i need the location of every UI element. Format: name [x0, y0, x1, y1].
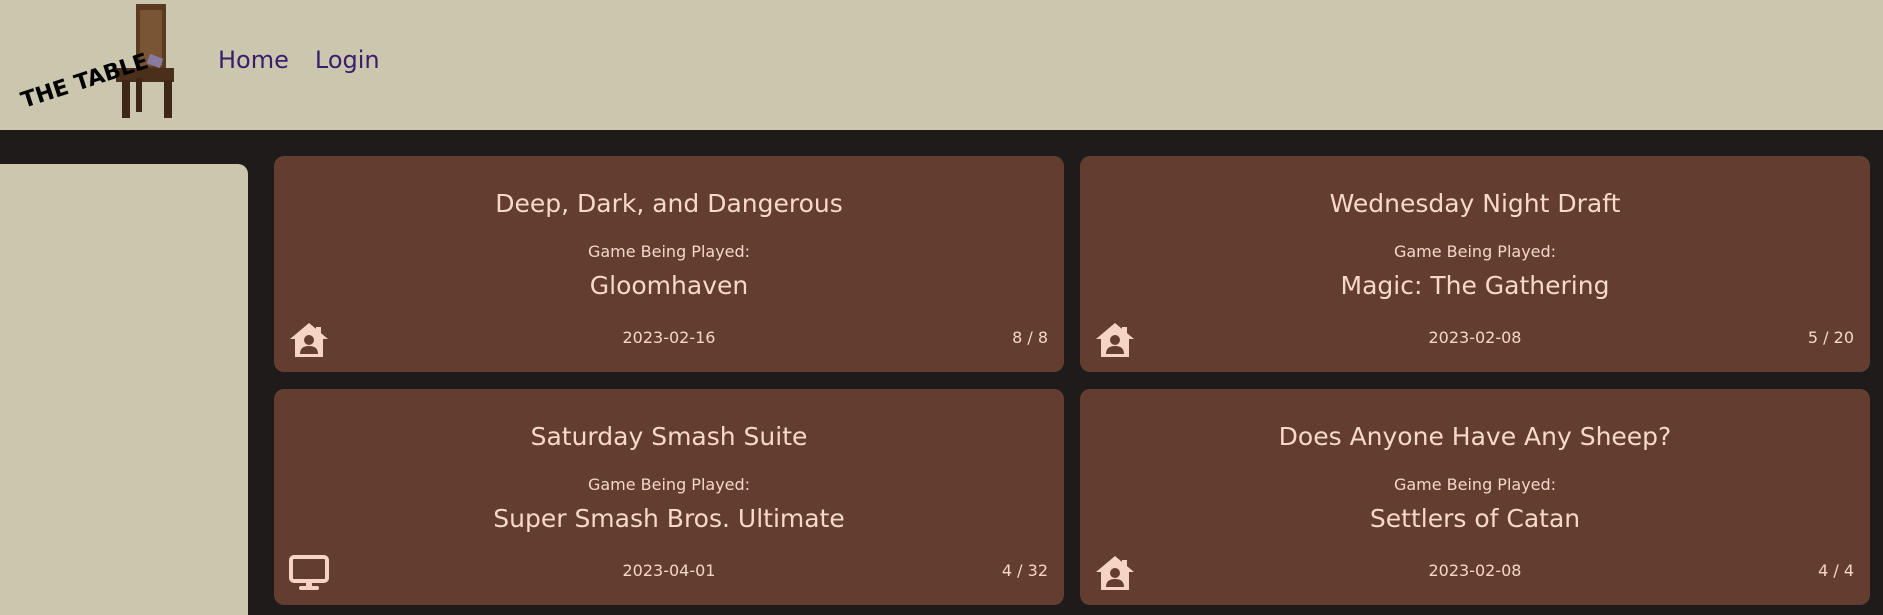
game-label: Game Being Played: [1393, 475, 1557, 494]
event-title: Deep, Dark, and Dangerous [495, 189, 843, 218]
event-title: Wednesday Night Draft [1329, 189, 1621, 218]
event-title: Saturday Smash Suite [530, 422, 808, 451]
event-date: 2023-02-08 [1428, 561, 1522, 580]
player-count: 8 / 8 [1012, 328, 1048, 347]
game-label: Game Being Played: [587, 242, 751, 261]
header: THE TABLE Home Login [0, 0, 1883, 130]
player-count: 5 / 20 [1807, 328, 1854, 347]
event-card[interactable]: Wednesday Night Draft Game Being Played:… [1080, 156, 1870, 372]
event-title: Does Anyone Have Any Sheep? [1278, 422, 1672, 451]
main-nav: Home Login [218, 46, 380, 74]
player-count: 4 / 4 [1818, 561, 1854, 580]
event-date: 2023-04-01 [622, 561, 716, 580]
logo[interactable]: THE TABLE [18, 0, 178, 122]
game-label: Game Being Played: [1393, 242, 1557, 261]
nav-login-link[interactable]: Login [315, 46, 380, 74]
game-label: Game Being Played: [587, 475, 751, 494]
event-date: 2023-02-08 [1428, 328, 1522, 347]
event-card[interactable]: Saturday Smash Suite Game Being Played: … [274, 389, 1064, 605]
game-name: Magic: The Gathering [1340, 271, 1610, 300]
game-name: Gloomhaven [589, 271, 749, 300]
player-count: 4 / 32 [1001, 561, 1048, 580]
event-card[interactable]: Does Anyone Have Any Sheep? Game Being P… [1080, 389, 1870, 605]
game-name: Super Smash Bros. Ultimate [493, 504, 845, 533]
event-card[interactable]: Deep, Dark, and Dangerous Game Being Pla… [274, 156, 1064, 372]
nav-home-link[interactable]: Home [218, 46, 289, 74]
event-date: 2023-02-16 [622, 328, 716, 347]
sidebar-panel [0, 164, 248, 615]
game-name: Settlers of Catan [1369, 504, 1581, 533]
